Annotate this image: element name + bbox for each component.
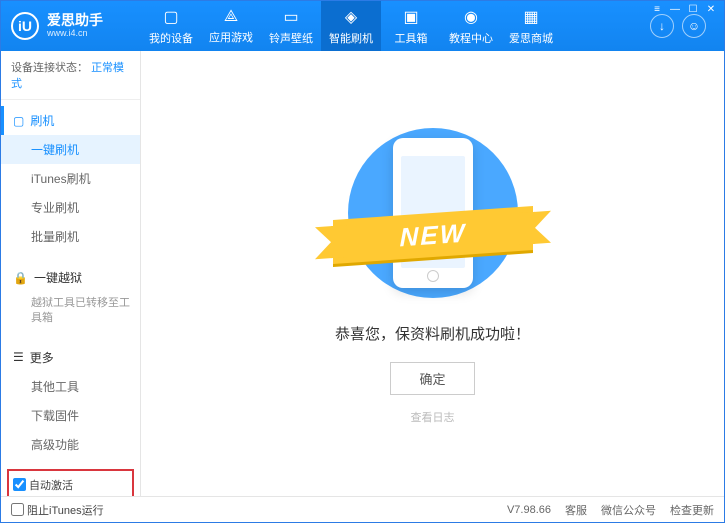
success-illustration: NEW (323, 123, 543, 303)
nav-apps[interactable]: ⟁应用游戏 (201, 1, 261, 51)
header-actions: ↓ ☺ (650, 14, 706, 38)
sidebar-item-batch[interactable]: 批量刷机 (1, 222, 140, 251)
sidebar: 设备连接状态： 正常模式 ▢刷机 一键刷机 iTunes刷机 专业刷机 批量刷机… (1, 51, 141, 496)
sidebar-item-other[interactable]: 其他工具 (1, 372, 140, 401)
nav-my-device[interactable]: ▢我的设备 (141, 1, 201, 51)
menu-icon[interactable]: ≡ (650, 3, 664, 15)
more-icon: ☰ (13, 350, 24, 364)
nav-ringtones[interactable]: ▭铃声壁纸 (261, 1, 321, 51)
jailbreak-note: 越狱工具已转移至工具箱 (1, 292, 140, 331)
tutorial-icon: ◉ (464, 7, 478, 27)
confirm-button[interactable]: 确定 (390, 362, 474, 395)
body: 设备连接状态： 正常模式 ▢刷机 一键刷机 iTunes刷机 专业刷机 批量刷机… (1, 51, 724, 496)
footer-update[interactable]: 检查更新 (670, 502, 714, 518)
window-controls: ≡ — ☐ ✕ (650, 3, 718, 15)
toolbox-icon: ▣ (403, 7, 418, 27)
flash-icon: ◈ (345, 7, 357, 27)
sidebar-item-download-fw[interactable]: 下载固件 (1, 401, 140, 430)
footer-support[interactable]: 客服 (565, 502, 587, 518)
checkbox-block-itunes[interactable]: 阻止iTunes运行 (11, 502, 104, 518)
version-label: V7.98.66 (507, 504, 551, 516)
sidebar-item-pro[interactable]: 专业刷机 (1, 193, 140, 222)
lock-icon: 🔒 (13, 271, 28, 285)
app-window: ≡ — ☐ ✕ iU 爱思助手 www.i4.cn ▢我的设备 ⟁应用游戏 ▭铃… (0, 0, 725, 523)
nav-tutorials[interactable]: ◉教程中心 (441, 1, 501, 51)
success-message: 恭喜您，保资料刷机成功啦！ (335, 323, 530, 344)
phone-icon: ▢ (163, 7, 178, 27)
apps-icon: ⟁ (224, 8, 238, 26)
nav-store[interactable]: ▦爱思商城 (501, 1, 561, 51)
top-nav: ▢我的设备 ⟁应用游戏 ▭铃声壁纸 ◈智能刷机 ▣工具箱 ◉教程中心 ▦爱思商城 (141, 1, 650, 51)
maximize-button[interactable]: ☐ (686, 3, 700, 15)
section-jailbreak[interactable]: 🔒一键越狱 (1, 263, 140, 292)
nav-toolbox[interactable]: ▣工具箱 (381, 1, 441, 51)
nav-flash[interactable]: ◈智能刷机 (321, 1, 381, 51)
app-title: 爱思助手 (47, 13, 103, 28)
options-highlight: 自动激活 跳过向导 (7, 469, 134, 496)
minimize-button[interactable]: — (668, 3, 682, 15)
main-content: NEW 恭喜您，保资料刷机成功啦！ 确定 查看日志 (141, 51, 724, 496)
footer-wechat[interactable]: 微信公众号 (601, 502, 656, 518)
sidebar-item-itunes[interactable]: iTunes刷机 (1, 164, 140, 193)
titlebar: ≡ — ☐ ✕ iU 爱思助手 www.i4.cn ▢我的设备 ⟁应用游戏 ▭铃… (1, 1, 724, 51)
app-url: www.i4.cn (47, 29, 103, 39)
logo-icon: iU (11, 12, 39, 40)
checkbox-auto-activate[interactable]: 自动激活 (13, 477, 73, 493)
footer: 阻止iTunes运行 V7.98.66 客服 微信公众号 检查更新 (1, 496, 724, 522)
logo: iU 爱思助手 www.i4.cn (11, 12, 141, 40)
view-log-link[interactable]: 查看日志 (411, 409, 455, 425)
user-icon[interactable]: ☺ (682, 14, 706, 38)
flash-section-icon: ▢ (13, 114, 24, 128)
store-icon: ▦ (523, 7, 538, 27)
sidebar-item-oneclick[interactable]: 一键刷机 (1, 135, 140, 164)
close-button[interactable]: ✕ (704, 3, 718, 15)
download-icon[interactable]: ↓ (650, 14, 674, 38)
wallpaper-icon: ▭ (283, 7, 298, 27)
section-more[interactable]: ☰更多 (1, 343, 140, 372)
section-flash[interactable]: ▢刷机 (1, 106, 140, 135)
connection-status: 设备连接状态： 正常模式 (1, 51, 140, 100)
sidebar-item-advanced[interactable]: 高级功能 (1, 430, 140, 459)
